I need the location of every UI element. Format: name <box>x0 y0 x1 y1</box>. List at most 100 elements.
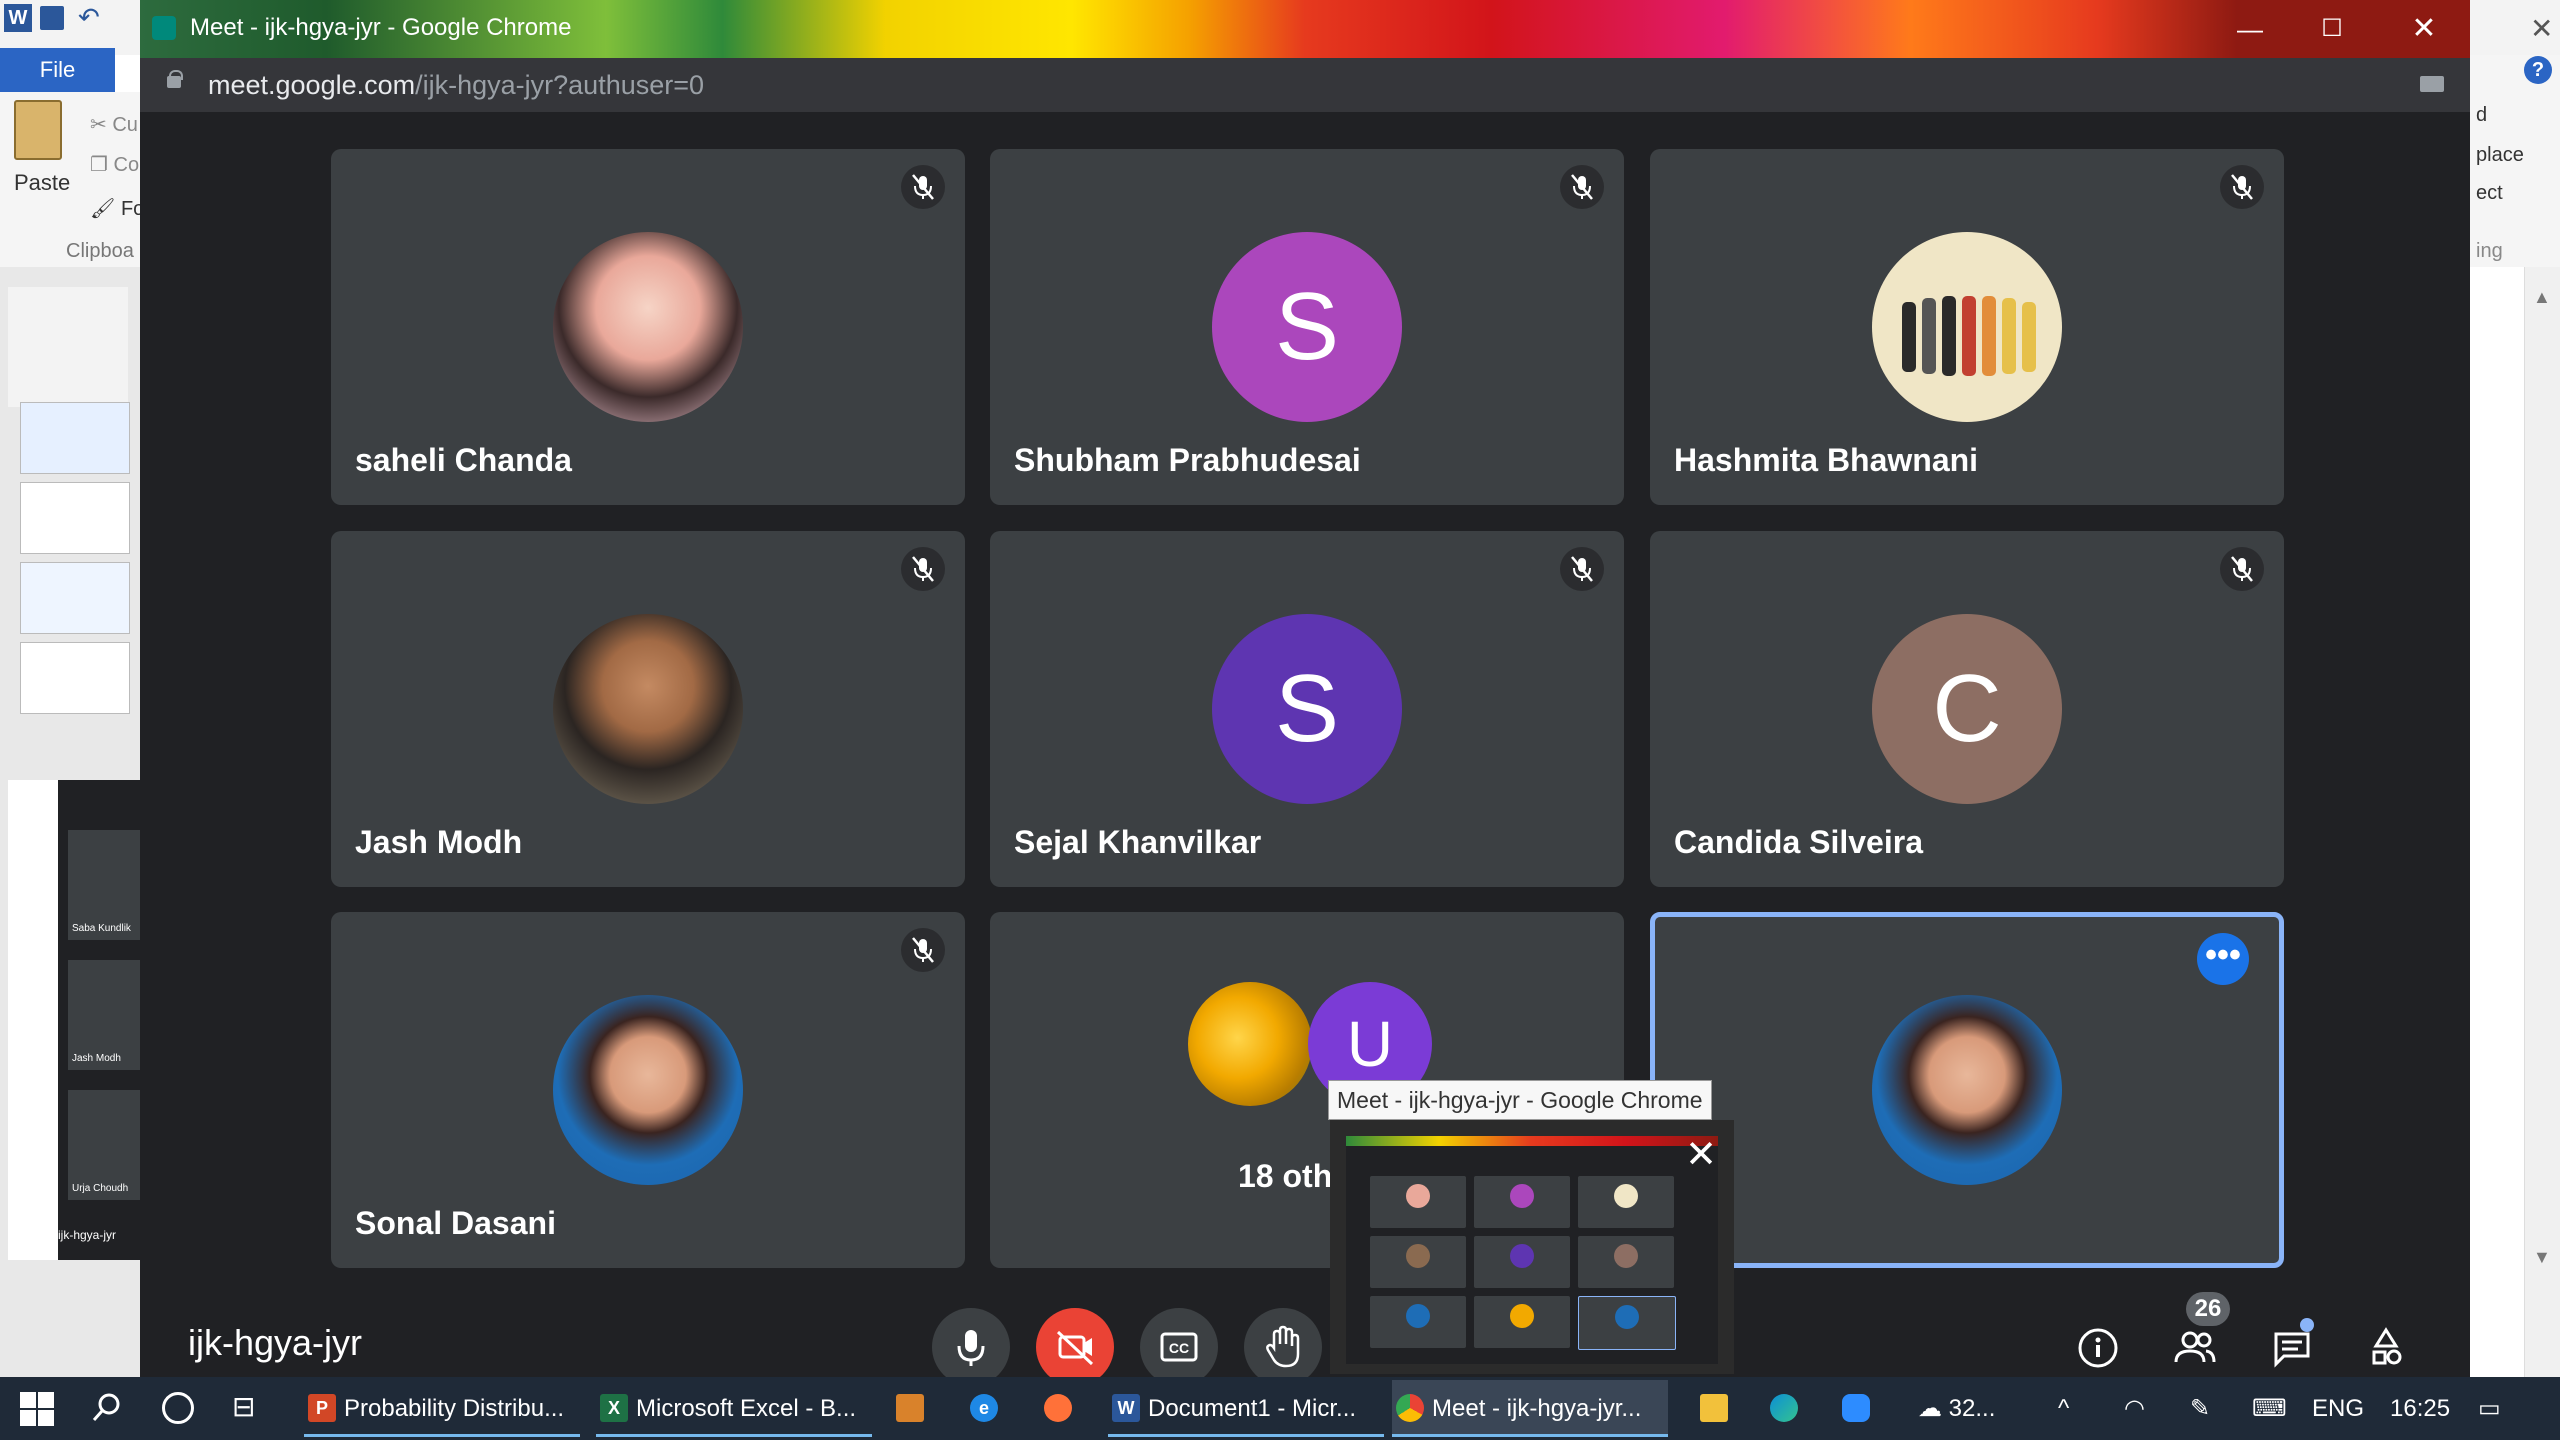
mic-off-icon <box>1560 547 1604 591</box>
preview-tooltip: Meet - ijk-hgya-jyr - Google Chrome <box>1328 1080 1712 1120</box>
participant-tile[interactable]: Jash Modh <box>331 531 965 887</box>
undo-icon[interactable]: ↶ <box>78 2 100 33</box>
edge-icon <box>1770 1394 1798 1422</box>
raise-hand-button[interactable] <box>1244 1308 1322 1386</box>
lock-icon-body[interactable] <box>167 76 181 88</box>
pen-icon[interactable]: ✎ <box>2190 1380 2210 1437</box>
taskbar-edge[interactable] <box>1766 1380 1806 1437</box>
taskbar-app-word[interactable]: W Document1 - Micr... <box>1108 1380 1384 1437</box>
maximize-button[interactable]: ☐ <box>2302 6 2362 52</box>
preview-tile <box>1370 1296 1466 1348</box>
word-icon: W <box>1112 1394 1140 1422</box>
info-icon <box>2078 1328 2118 1368</box>
taskbar-zoom[interactable] <box>1838 1380 1878 1437</box>
participant-name: Shubham Prabhudesai <box>1014 442 1361 478</box>
active-indicator <box>304 1434 580 1437</box>
search-icon[interactable] <box>90 1390 124 1424</box>
find-button[interactable]: d <box>2476 104 2487 127</box>
slide-thumbnail[interactable] <box>20 402 130 474</box>
mic-off-icon <box>901 547 945 591</box>
participant-tile[interactable]: saheli Chanda <box>331 149 965 505</box>
self-avatar <box>1872 995 2062 1185</box>
copy-label: Co <box>113 154 140 176</box>
self-tile[interactable]: ••• <box>1650 912 2284 1268</box>
zoom-icon <box>1842 1394 1870 1422</box>
taskbar-app-outlook[interactable] <box>892 1380 932 1437</box>
firefox-icon <box>1044 1394 1072 1422</box>
preview-close-button[interactable]: ✕ <box>1672 1130 1730 1180</box>
notification-icon[interactable]: ▭ <box>2478 1380 2501 1437</box>
keyboard-icon[interactable]: ⌨ <box>2252 1380 2287 1437</box>
help-icon[interactable]: ? <box>2524 56 2552 84</box>
wifi-icon[interactable]: ◠ <box>2124 1380 2145 1437</box>
preview-avatar <box>1614 1184 1638 1208</box>
close-button[interactable]: ✕ <box>2394 6 2454 52</box>
scroll-down-icon[interactable]: ▼ <box>2533 1247 2551 1268</box>
paste-label[interactable]: Paste <box>14 170 70 196</box>
clock[interactable]: 16:25 <box>2390 1380 2450 1437</box>
save-icon[interactable] <box>40 6 64 30</box>
scroll-up-icon[interactable]: ▲ <box>2533 287 2551 308</box>
vertical-scrollbar[interactable]: ▲ ▼ <box>2524 267 2560 1377</box>
participant-tile[interactable]: Hashmita Bhawnani <box>1650 149 2284 505</box>
people-button[interactable] <box>2164 1318 2224 1378</box>
participant-tile[interactable]: C Candida Silveira <box>1650 531 2284 887</box>
camera-blocked-icon[interactable] <box>2420 76 2444 92</box>
cloud-icon: ☁ <box>1918 1395 1949 1422</box>
chrome-icon <box>1396 1394 1424 1422</box>
start-button[interactable] <box>18 1390 54 1426</box>
mic-button[interactable] <box>932 1308 1010 1386</box>
preview-screenshot[interactable] <box>1346 1136 1718 1364</box>
taskbar-app-powerpoint[interactable]: P Probability Distribu... <box>304 1380 580 1437</box>
format-painter-button[interactable]: 🖌 Fo <box>90 196 144 221</box>
mic-icon <box>957 1330 985 1366</box>
mini-tile-name: Urja Choudh <box>72 1183 129 1194</box>
cut-button[interactable]: ✂ Cu <box>90 112 138 137</box>
taskbar-file-explorer[interactable] <box>1696 1380 1736 1437</box>
participant-avatar: C <box>1872 614 2062 804</box>
window-title: Meet - ijk-hgya-jyr - Google Chrome <box>190 14 572 41</box>
participant-tile[interactable]: S Shubham Prabhudesai <box>990 149 1624 505</box>
file-tab[interactable]: File <box>0 48 115 92</box>
close-icon[interactable]: ✕ <box>2530 12 2553 45</box>
preview-avatar <box>1406 1184 1430 1208</box>
task-view-icon[interactable]: ⊟ <box>232 1392 266 1422</box>
slide-thumbnail[interactable] <box>20 562 130 634</box>
camera-button[interactable] <box>1036 1308 1114 1386</box>
mic-off-icon <box>2220 547 2264 591</box>
internet-explorer-icon: e <box>970 1394 998 1422</box>
copy-button[interactable]: ❐ Co <box>90 152 139 177</box>
paste-icon[interactable] <box>14 100 62 160</box>
minimize-button[interactable]: — <box>2220 6 2280 52</box>
taskbar-app-firefox[interactable] <box>1040 1380 1080 1437</box>
participant-name: Sejal Khanvilkar <box>1014 824 1262 860</box>
participant-avatar: S <box>1212 614 1402 804</box>
participant-tile[interactable]: S Sejal Khanvilkar <box>990 531 1624 887</box>
taskbar-app-ie[interactable]: e <box>966 1380 1006 1437</box>
language-indicator[interactable]: ENG <box>2312 1380 2364 1437</box>
replace-button[interactable]: place <box>2476 144 2524 167</box>
participant-avatar <box>553 995 743 1185</box>
more-options-button[interactable]: ••• <box>2197 933 2249 985</box>
mini-tile-name: Saba Kundlik <box>72 923 131 934</box>
editing-group-label: ing <box>2476 240 2503 262</box>
chevron-up-icon[interactable]: ^ <box>2058 1380 2069 1437</box>
preview-avatar <box>1510 1184 1534 1208</box>
slide-thumbnail[interactable] <box>20 642 130 714</box>
preview-tile <box>1578 1176 1674 1228</box>
taskbar-app-chrome-meet[interactable]: Meet - ijk-hgya-jyr... <box>1392 1380 1668 1437</box>
activities-button[interactable] <box>2356 1318 2416 1378</box>
mini-tile: Jash Modh <box>68 960 140 1070</box>
weather-widget[interactable]: ☁ 32... <box>1918 1380 1995 1437</box>
participant-tile[interactable]: Sonal Dasani <box>331 912 965 1268</box>
cortana-icon[interactable] <box>162 1392 194 1424</box>
captions-button[interactable]: CC <box>1140 1308 1218 1386</box>
word-app-icon[interactable]: W <box>4 4 32 32</box>
excel-icon: X <box>600 1394 628 1422</box>
taskbar-app-excel[interactable]: X Microsoft Excel - B... <box>596 1380 872 1437</box>
url-text[interactable]: meet.google.com/ijk-hgya-jyr?authuser=0 <box>208 70 704 101</box>
select-button[interactable]: ect <box>2476 182 2503 205</box>
info-button[interactable] <box>2068 1318 2128 1378</box>
slide-thumbnail[interactable] <box>20 482 130 554</box>
raise-hand-icon <box>1266 1325 1300 1368</box>
